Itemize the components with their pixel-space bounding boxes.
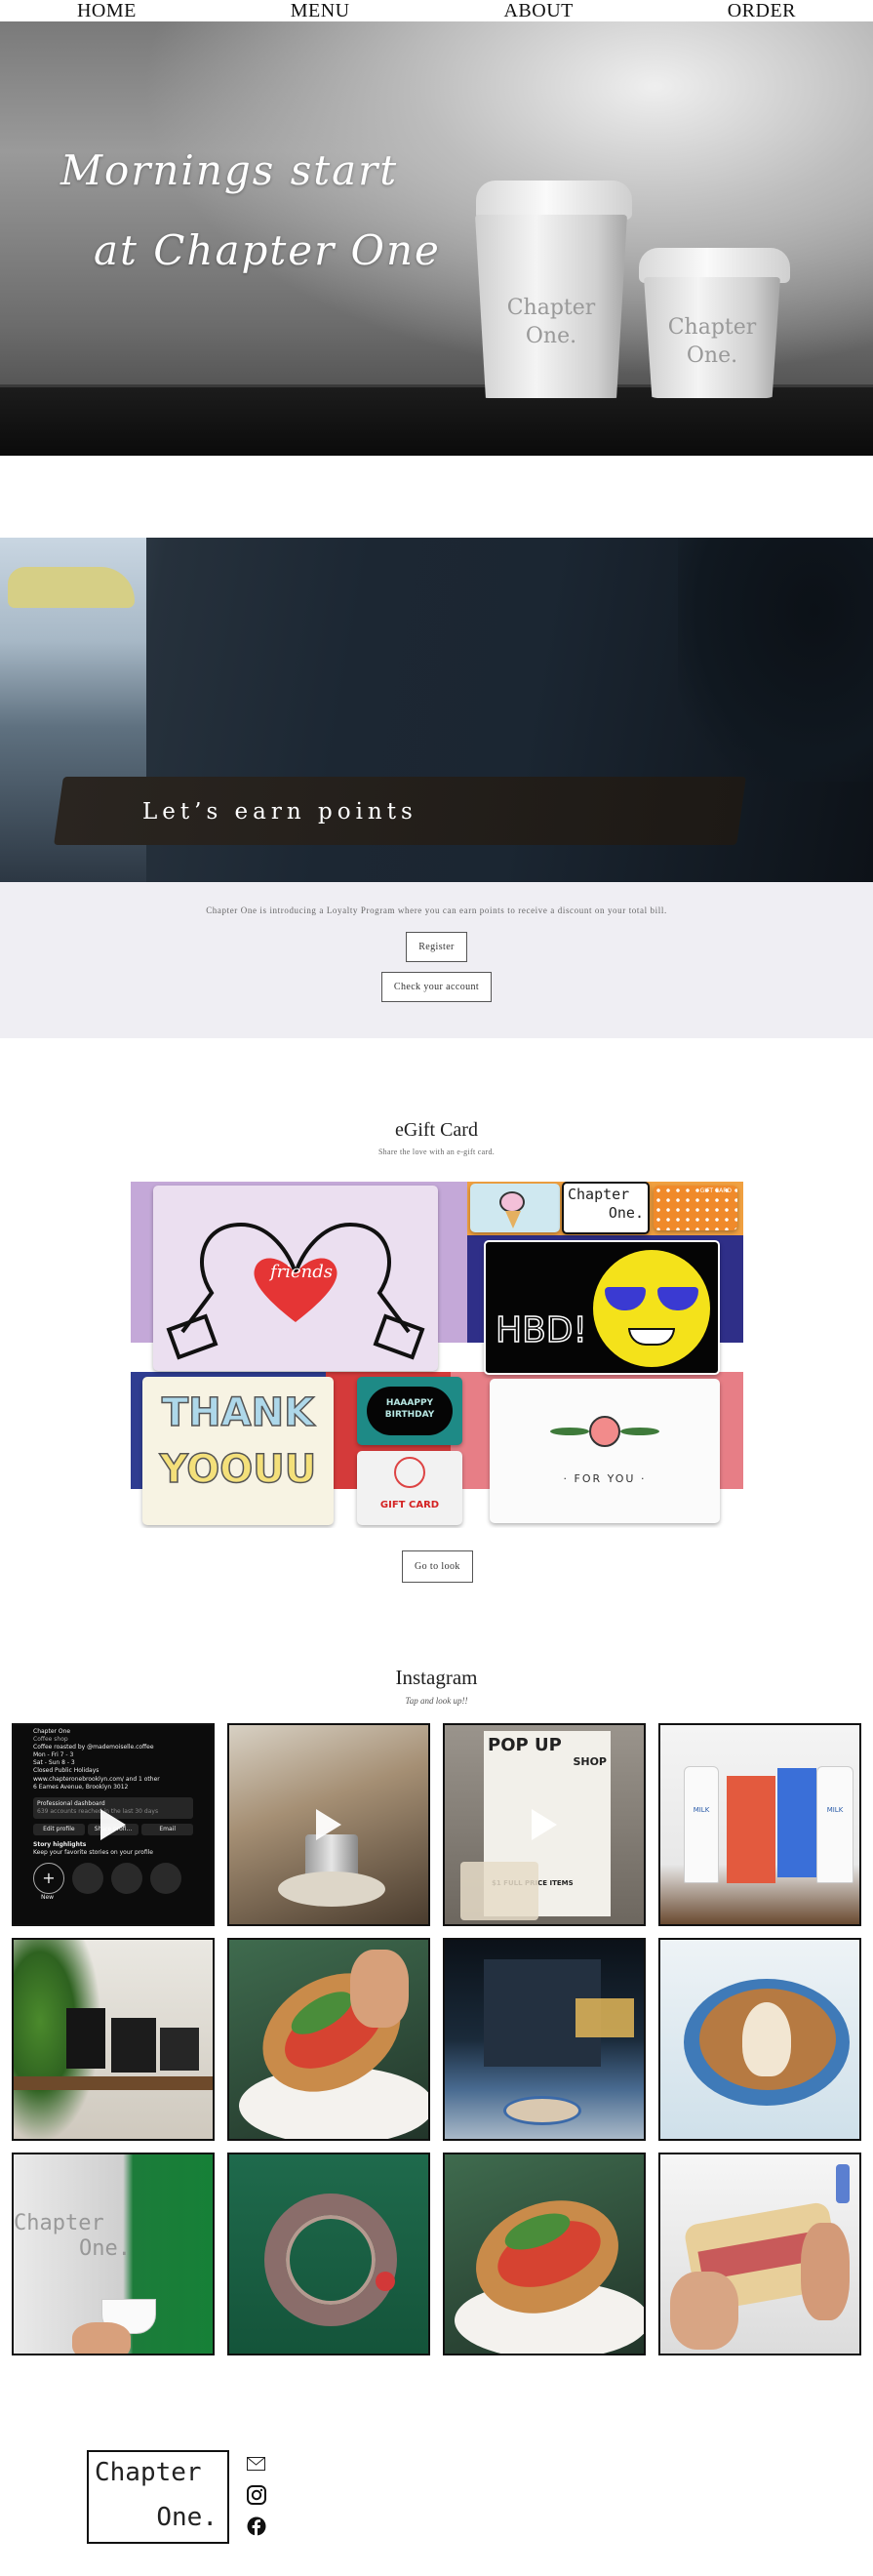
egift-card-collage[interactable]: friends Chapter One. GIFT CARD HBD! THAN… (131, 1182, 743, 1528)
instagram-post-milk[interactable]: MILK MILK (658, 1723, 861, 1926)
play-icon (316, 1809, 341, 1840)
nav-about[interactable]: ABOUT (503, 0, 573, 21)
egift-section: eGift Card Share the love with an e-gift… (0, 1119, 873, 1156)
facebook-icon[interactable] (246, 2516, 266, 2536)
check-account-button[interactable]: Check your account (380, 972, 493, 1002)
loyalty-banner: Let’s earn points (0, 538, 873, 882)
rose-icon (589, 1416, 620, 1447)
nav-order[interactable]: ORDER (728, 0, 796, 21)
register-button[interactable]: Register (406, 932, 467, 962)
instagram-post-wreath[interactable] (227, 2153, 430, 2355)
footer-social-icons (246, 2453, 266, 2536)
gift-card-birthday[interactable]: HAAAPPY BIRTHDAY (357, 1377, 462, 1445)
instagram-post-profile[interactable]: Chapter One Coffee shop Coffee roasted b… (12, 1723, 215, 1926)
instagram-post-sandwich-2[interactable] (443, 2153, 646, 2355)
instagram-post-street-latte[interactable] (443, 1938, 646, 2141)
play-icon (100, 1809, 126, 1840)
gift-card-thank-you[interactable]: THANK YOOUU (142, 1377, 334, 1525)
instagram-section: Instagram Tap and look up!! (0, 1666, 873, 1706)
instagram-post-sandwich[interactable] (227, 1938, 430, 2141)
nav-home[interactable]: HOME (77, 0, 137, 21)
instagram-post-storefront[interactable]: Chapter One. (12, 2153, 215, 2355)
go-to-look-button[interactable]: Go to look (402, 1550, 473, 1583)
egift-subtitle: Share the love with an e-gift card. (377, 1147, 496, 1156)
hero-banner: Chapter One. Chapter One. Mornings start a… (0, 21, 873, 456)
top-nav: HOME MENU ABOUT ORDER (0, 0, 873, 21)
smiley-icon (394, 1457, 425, 1488)
hero-title-line1: Mornings start (60, 146, 399, 194)
instagram-subtitle: Tap and look up!! (405, 1696, 468, 1706)
instagram-post-espresso[interactable] (227, 1723, 430, 1926)
smiley-sunglasses-icon (593, 1250, 710, 1367)
gift-card-for-you[interactable]: · FOR YOU · (490, 1379, 720, 1523)
mail-icon[interactable] (246, 2453, 266, 2474)
instagram-post-hand-sandwich[interactable] (658, 2153, 861, 2355)
gift-card-smiley[interactable]: GIFT CARD (357, 1451, 462, 1525)
cup-logo-text: Chapter One. (506, 296, 596, 348)
hbd-text: HBD! (495, 1309, 587, 1351)
loyalty-description: Chapter One is introducing a Loyalty Pro… (206, 906, 667, 915)
instagram-icon[interactable] (246, 2484, 266, 2505)
hero-title-line2: at Chapter One (94, 226, 441, 274)
instagram-post-popup-shop[interactable]: POP UP SHOP $1 FULL PRICE ITEMS (443, 1723, 646, 1926)
nav-menu[interactable]: MENU (291, 0, 350, 21)
play-icon (532, 1809, 557, 1840)
gift-card-icecream[interactable] (470, 1184, 560, 1232)
gift-card-friends[interactable]: friends (153, 1186, 438, 1371)
gift-card-chapter-one[interactable]: Chapter One. (562, 1182, 650, 1234)
instagram-post-latte-art[interactable] (658, 1938, 861, 2141)
gift-card-dots[interactable]: GIFT CARD (654, 1186, 737, 1230)
loyalty-banner-title: Let’s earn points (142, 799, 417, 825)
egift-title: eGift Card (395, 1119, 478, 1141)
loyalty-section: Chapter One is introducing a Loyalty Pro… (0, 882, 873, 1038)
gift-card-hbd[interactable]: HBD! (484, 1240, 720, 1375)
car (8, 567, 135, 608)
instagram-grid: Chapter One Coffee shop Coffee roasted b… (12, 1723, 862, 2355)
instagram-title: Instagram (395, 1666, 478, 1689)
instagram-post-coffee-bags[interactable] (12, 1938, 215, 2141)
cup-logo-text-small: Chapter One. (667, 315, 757, 368)
footer-logo[interactable]: Chapter One. (87, 2450, 229, 2544)
friends-text: friends (270, 1262, 334, 1282)
